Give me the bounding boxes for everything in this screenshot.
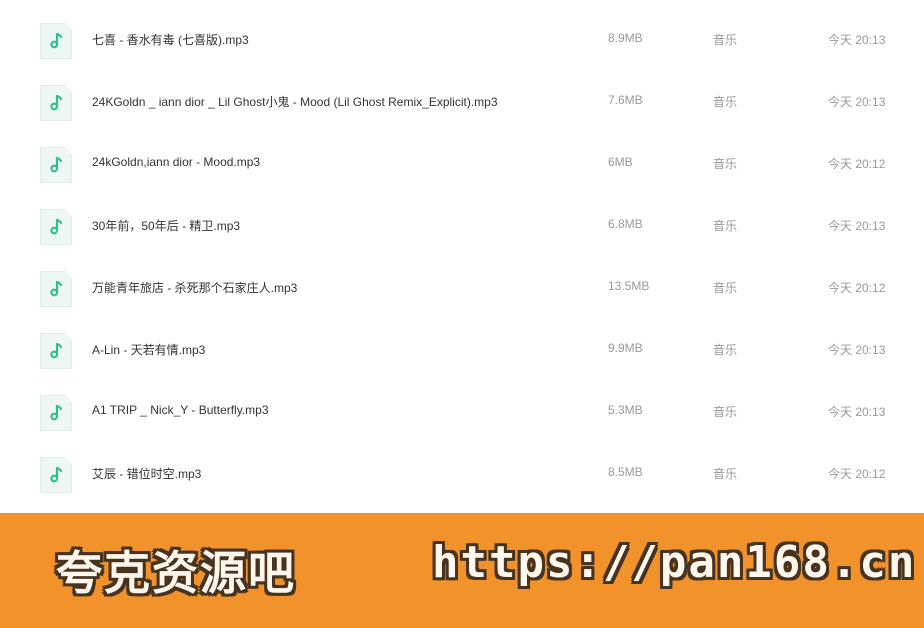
music-file-icon [40, 271, 72, 307]
watermark-banner: 夸克资源吧 https://pan168.cn [0, 513, 924, 628]
music-file-icon [40, 209, 72, 245]
music-file-icon [40, 23, 72, 59]
file-name[interactable]: 万能青年旅店 - 杀死那个石家庄人.mp3 [92, 279, 297, 296]
file-row[interactable]: A-Lin - 天若有情.mp3 9.9MB 音乐 今天 20:13 [0, 328, 924, 390]
file-name[interactable]: A-Lin - 天若有情.mp3 [92, 341, 205, 358]
file-row[interactable]: 万能青年旅店 - 杀死那个石家庄人.mp3 13.5MB 音乐 今天 20:12 [0, 266, 924, 328]
file-row[interactable]: 24KGoldn _ iann dior _ Lil Ghost小鬼 - Moo… [0, 80, 924, 142]
file-modified-time: 今天 20:13 [828, 219, 886, 233]
file-row[interactable]: A1 TRIP _ Nick_Y - Butterfly.mp3 5.3MB 音… [0, 390, 924, 452]
file-modified-time: 今天 20:12 [828, 467, 886, 481]
file-name[interactable]: 30年前，50年后 - 精卫.mp3 [92, 217, 240, 234]
file-name[interactable]: 七喜 - 香水有毒 (七喜版).mp3 [92, 31, 249, 48]
file-size: 13.5MB [608, 279, 650, 293]
music-file-icon [40, 333, 72, 369]
file-name[interactable]: A1 TRIP _ Nick_Y - Butterfly.mp3 [92, 403, 269, 417]
file-modified-time: 今天 20:13 [828, 33, 886, 47]
file-size: 5.3MB [608, 403, 643, 417]
watermark-site-name: 夸克资源吧 [56, 546, 296, 600]
file-type: 音乐 [713, 219, 738, 233]
file-name[interactable]: 艾辰 - 错位时空.mp3 [92, 465, 201, 482]
file-row[interactable]: 七喜 - 香水有毒 (七喜版).mp3 8.9MB 音乐 今天 20:13 [0, 18, 924, 80]
file-size: 8.9MB [608, 31, 643, 45]
file-modified-time: 今天 20:13 [828, 343, 886, 357]
file-row[interactable]: 艾辰 - 错位时空.mp3 8.5MB 音乐 今天 20:12 [0, 452, 924, 514]
file-modified-time: 今天 20:13 [828, 95, 886, 109]
file-modified-time: 今天 20:13 [828, 405, 886, 419]
music-file-icon [40, 147, 72, 183]
music-file-icon [40, 85, 72, 121]
file-type: 音乐 [713, 343, 738, 357]
file-size: 9.9MB [608, 341, 643, 355]
file-type: 音乐 [713, 95, 738, 109]
file-modified-time: 今天 20:12 [828, 281, 886, 295]
file-size: 6MB [608, 155, 633, 169]
file-type: 音乐 [713, 405, 738, 419]
file-size: 7.6MB [608, 93, 643, 107]
file-size: 6.8MB [608, 217, 643, 231]
music-file-icon [40, 457, 72, 493]
file-size: 8.5MB [608, 465, 643, 479]
file-name[interactable]: 24KGoldn _ iann dior _ Lil Ghost小鬼 - Moo… [92, 93, 498, 110]
music-file-icon [40, 395, 72, 431]
file-modified-time: 今天 20:12 [828, 157, 886, 171]
watermark-url: https://pan168.cn [432, 537, 917, 588]
file-type: 音乐 [713, 157, 738, 171]
file-type: 音乐 [713, 281, 738, 295]
file-type: 音乐 [713, 467, 738, 481]
file-name[interactable]: 24kGoldn,iann dior - Mood.mp3 [92, 155, 260, 169]
file-row[interactable]: 30年前，50年后 - 精卫.mp3 6.8MB 音乐 今天 20:13 [0, 204, 924, 266]
file-type: 音乐 [713, 33, 738, 47]
file-row[interactable]: 24kGoldn,iann dior - Mood.mp3 6MB 音乐 今天 … [0, 142, 924, 204]
